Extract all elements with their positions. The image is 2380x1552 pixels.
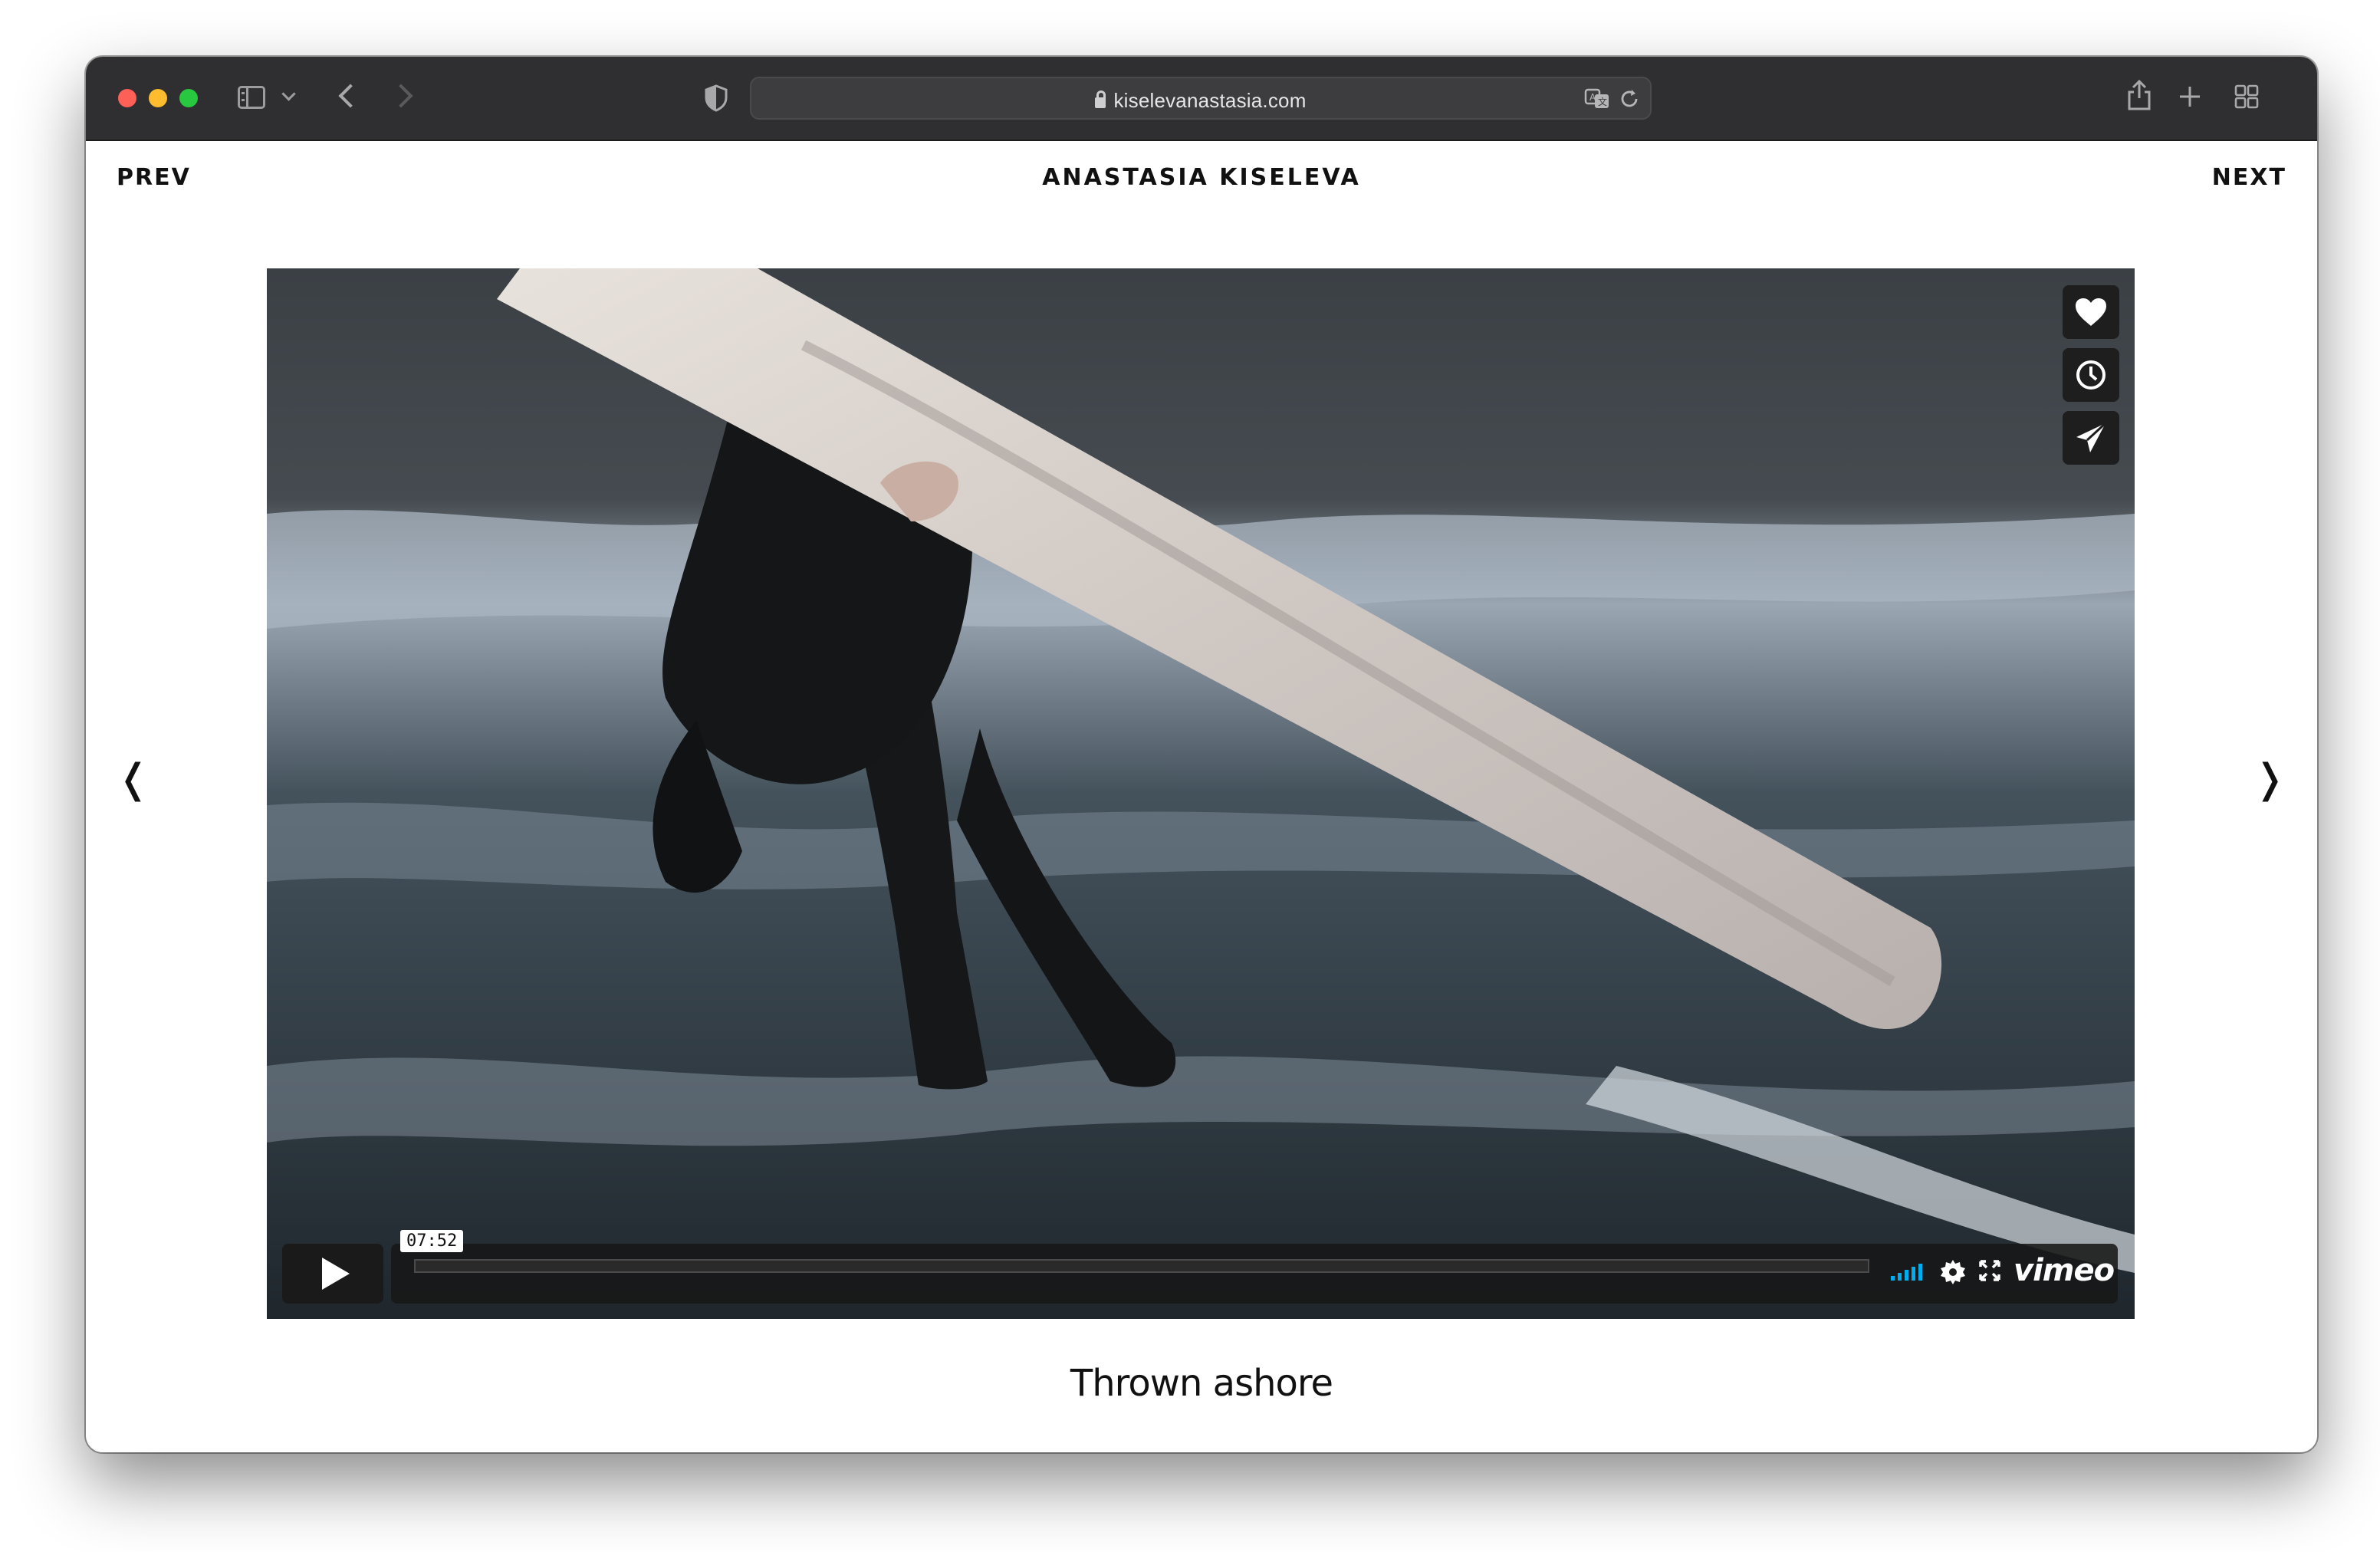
reload-icon[interactable] [1618, 87, 1641, 114]
site-title[interactable]: ANASTASIA KISELEVA [86, 164, 2317, 191]
clock-icon [2076, 360, 2106, 390]
play-button[interactable] [282, 1244, 383, 1304]
play-icon [322, 1258, 350, 1290]
vimeo-logo[interactable]: vimeo [2013, 1253, 2115, 1288]
translate-icon[interactable]: A文 [1584, 87, 1612, 114]
back-arrow-icon[interactable] [338, 84, 363, 108]
page-content: PREV ANASTASIA KISELEVA NEXT ❬ ❭ 07:52 v… [86, 141, 2317, 1452]
zoom-window-button[interactable] [179, 89, 198, 107]
browser-window: kiselevanastasia.com A文 PREV ANASTASIA K… [86, 57, 2317, 1452]
plus-icon[interactable] [2178, 84, 2202, 113]
next-link[interactable]: NEXT [2212, 164, 2286, 191]
address-bar[interactable]: kiselevanastasia.com A文 [750, 77, 1652, 120]
like-button[interactable] [2063, 285, 2119, 339]
share-video-button[interactable] [2063, 411, 2119, 465]
progress-bar[interactable] [414, 1259, 1869, 1273]
timecode: 07:52 [400, 1230, 464, 1252]
video-player[interactable]: 07:52 vimeo [267, 268, 2135, 1319]
sidebar-icon[interactable] [238, 86, 265, 109]
next-slide-arrow[interactable]: ❭ [2253, 759, 2286, 799]
previous-slide-arrow[interactable]: ❬ [117, 759, 150, 799]
share-icon[interactable] [2125, 78, 2153, 116]
video-caption: Thrown ashore [1070, 1362, 1333, 1405]
settings-gear-icon[interactable] [1940, 1259, 1966, 1289]
heart-icon [2076, 298, 2106, 326]
url-text[interactable]: kiselevanastasia.com [1113, 89, 1306, 112]
tabs-icon[interactable] [2234, 84, 2259, 113]
close-window-button[interactable] [118, 89, 136, 107]
svg-text:A: A [1589, 92, 1596, 103]
fullscreen-icon[interactable] [1978, 1259, 2001, 1286]
lock-icon [1095, 90, 1106, 108]
control-bar [391, 1244, 2118, 1304]
minimize-window-button[interactable] [149, 89, 167, 107]
shield-icon[interactable] [704, 84, 728, 116]
browser-toolbar: kiselevanastasia.com A文 [86, 57, 2317, 141]
forward-arrow-icon[interactable] [389, 84, 413, 108]
paper-plane-icon [2076, 422, 2107, 452]
volume-icon[interactable] [1891, 1261, 1928, 1286]
svg-text:文: 文 [1598, 96, 1607, 107]
chevron-down-icon[interactable] [281, 87, 296, 101]
video-controls: 07:52 vimeo [282, 1230, 2118, 1304]
watch-later-button[interactable] [2063, 348, 2119, 402]
video-frame-image [267, 268, 2135, 1319]
